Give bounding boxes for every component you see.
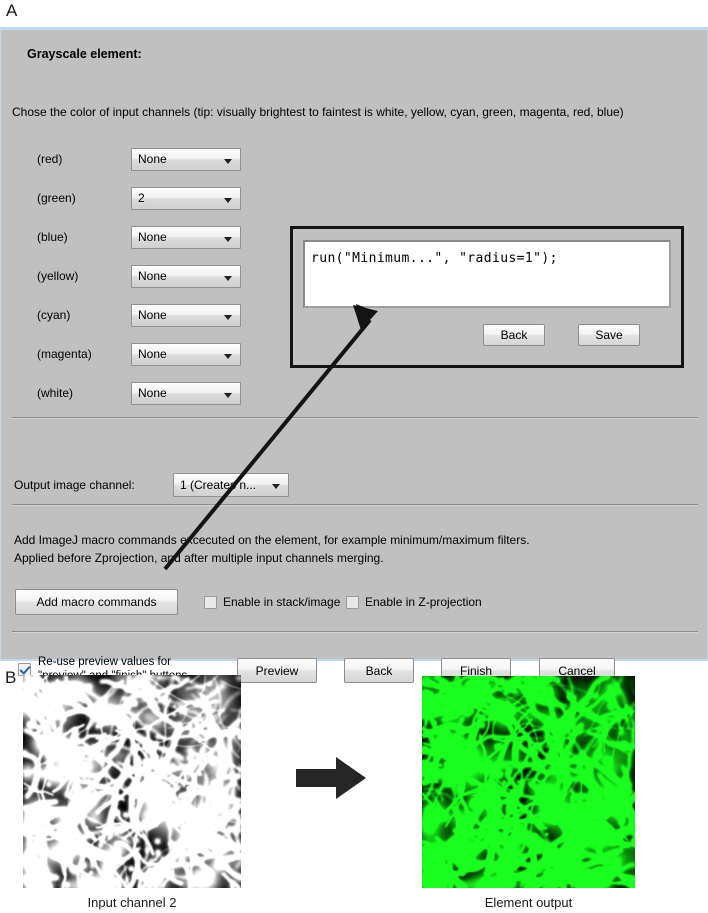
chevron-down-icon [224,354,232,359]
channel-select-green[interactable]: 2 [131,187,241,210]
channel-row-blue: (blue) None [1,226,261,250]
channel-value-blue: None [138,230,167,244]
dialog-description: Chose the color of input channels (tip: … [12,105,624,119]
input-channel-caption: Input channel 2 [87,895,177,910]
chevron-down-icon [224,276,232,281]
panel-label-a: A [6,1,18,20]
macro-save-button[interactable]: Save [578,324,640,346]
enable-in-zprojection-checkbox[interactable] [346,596,359,609]
channel-label-yellow: (yellow) [37,269,79,283]
enable-in-stack-label: Enable in stack/image [223,595,341,609]
channel-label-red: (red) [37,152,63,166]
macro-help-line-1: Add ImageJ macro commands excecuted on t… [14,533,530,547]
channel-label-cyan: (cyan) [37,308,71,322]
channel-select-blue[interactable]: None [131,226,241,249]
chevron-down-icon [224,198,232,203]
channel-row-white: (white) None [1,382,261,406]
channel-label-white: (white) [37,386,74,400]
enable-in-zprojection-label: Enable in Z-projection [365,595,482,609]
chevron-down-icon [272,484,280,489]
output-channel-select[interactable]: 1 (Creates n... [173,473,289,497]
enable-in-stack-checkbox[interactable] [204,596,217,609]
channel-value-green: 2 [138,191,145,205]
macro-code-text: run("Minimum...", "radius=1"); [311,251,558,266]
channel-value-cyan: None [138,308,167,322]
macro-code-textarea[interactable]: run("Minimum...", "radius=1"); [303,240,671,308]
channel-row-cyan: (cyan) None [1,304,261,328]
input-channel-image [23,675,241,888]
channel-select-white[interactable]: None [131,382,241,405]
divider-2 [12,504,698,506]
channel-select-magenta[interactable]: None [131,343,241,366]
channel-row-red: (red) None [1,148,261,172]
channel-value-yellow: None [138,269,167,283]
chevron-down-icon [224,315,232,320]
element-output-image [422,676,635,888]
figure-root: A Grayscale element: Chose the color of … [0,0,708,913]
channel-value-red: None [138,152,167,166]
channel-row-magenta: (magenta) None [1,343,261,367]
flow-right-arrow-icon [296,757,366,799]
macro-help-line-2: Applied before Zprojection, and after mu… [14,551,384,565]
add-macro-commands-button[interactable]: Add macro commands [15,589,178,615]
output-channel-value: 1 (Creates n... [180,478,256,492]
panel-label-b: B [5,668,17,687]
preview-button[interactable]: Preview [237,658,317,683]
channel-row-green: (green) 2 [1,187,261,211]
channel-label-magenta: (magenta) [37,347,92,361]
macro-back-button[interactable]: Back [483,324,545,346]
channel-label-blue: (blue) [37,230,68,244]
channel-value-white: None [138,386,167,400]
element-output-caption: Element output [484,895,573,910]
back-button[interactable]: Back [344,658,414,683]
dialog-title: Grayscale element: [27,47,142,61]
channel-label-green: (green) [37,191,76,205]
channel-value-magenta: None [138,347,167,361]
divider-1 [12,417,698,419]
macro-editor-panel: run("Minimum...", "radius=1"); Back Save [290,226,684,368]
channel-select-cyan[interactable]: None [131,304,241,327]
chevron-down-icon [224,159,232,164]
reuse-preview-label-line-1: Re-use preview values for [38,656,171,668]
channel-select-yellow[interactable]: None [131,265,241,288]
grayscale-element-dialog: Grayscale element: Chose the color of in… [0,27,708,683]
output-channel-label: Output image channel: [14,478,135,492]
channel-select-red[interactable]: None [131,148,241,171]
chevron-down-icon [224,393,232,398]
channel-row-yellow: (yellow) None [1,265,261,289]
divider-3 [12,631,698,633]
chevron-down-icon [224,237,232,242]
